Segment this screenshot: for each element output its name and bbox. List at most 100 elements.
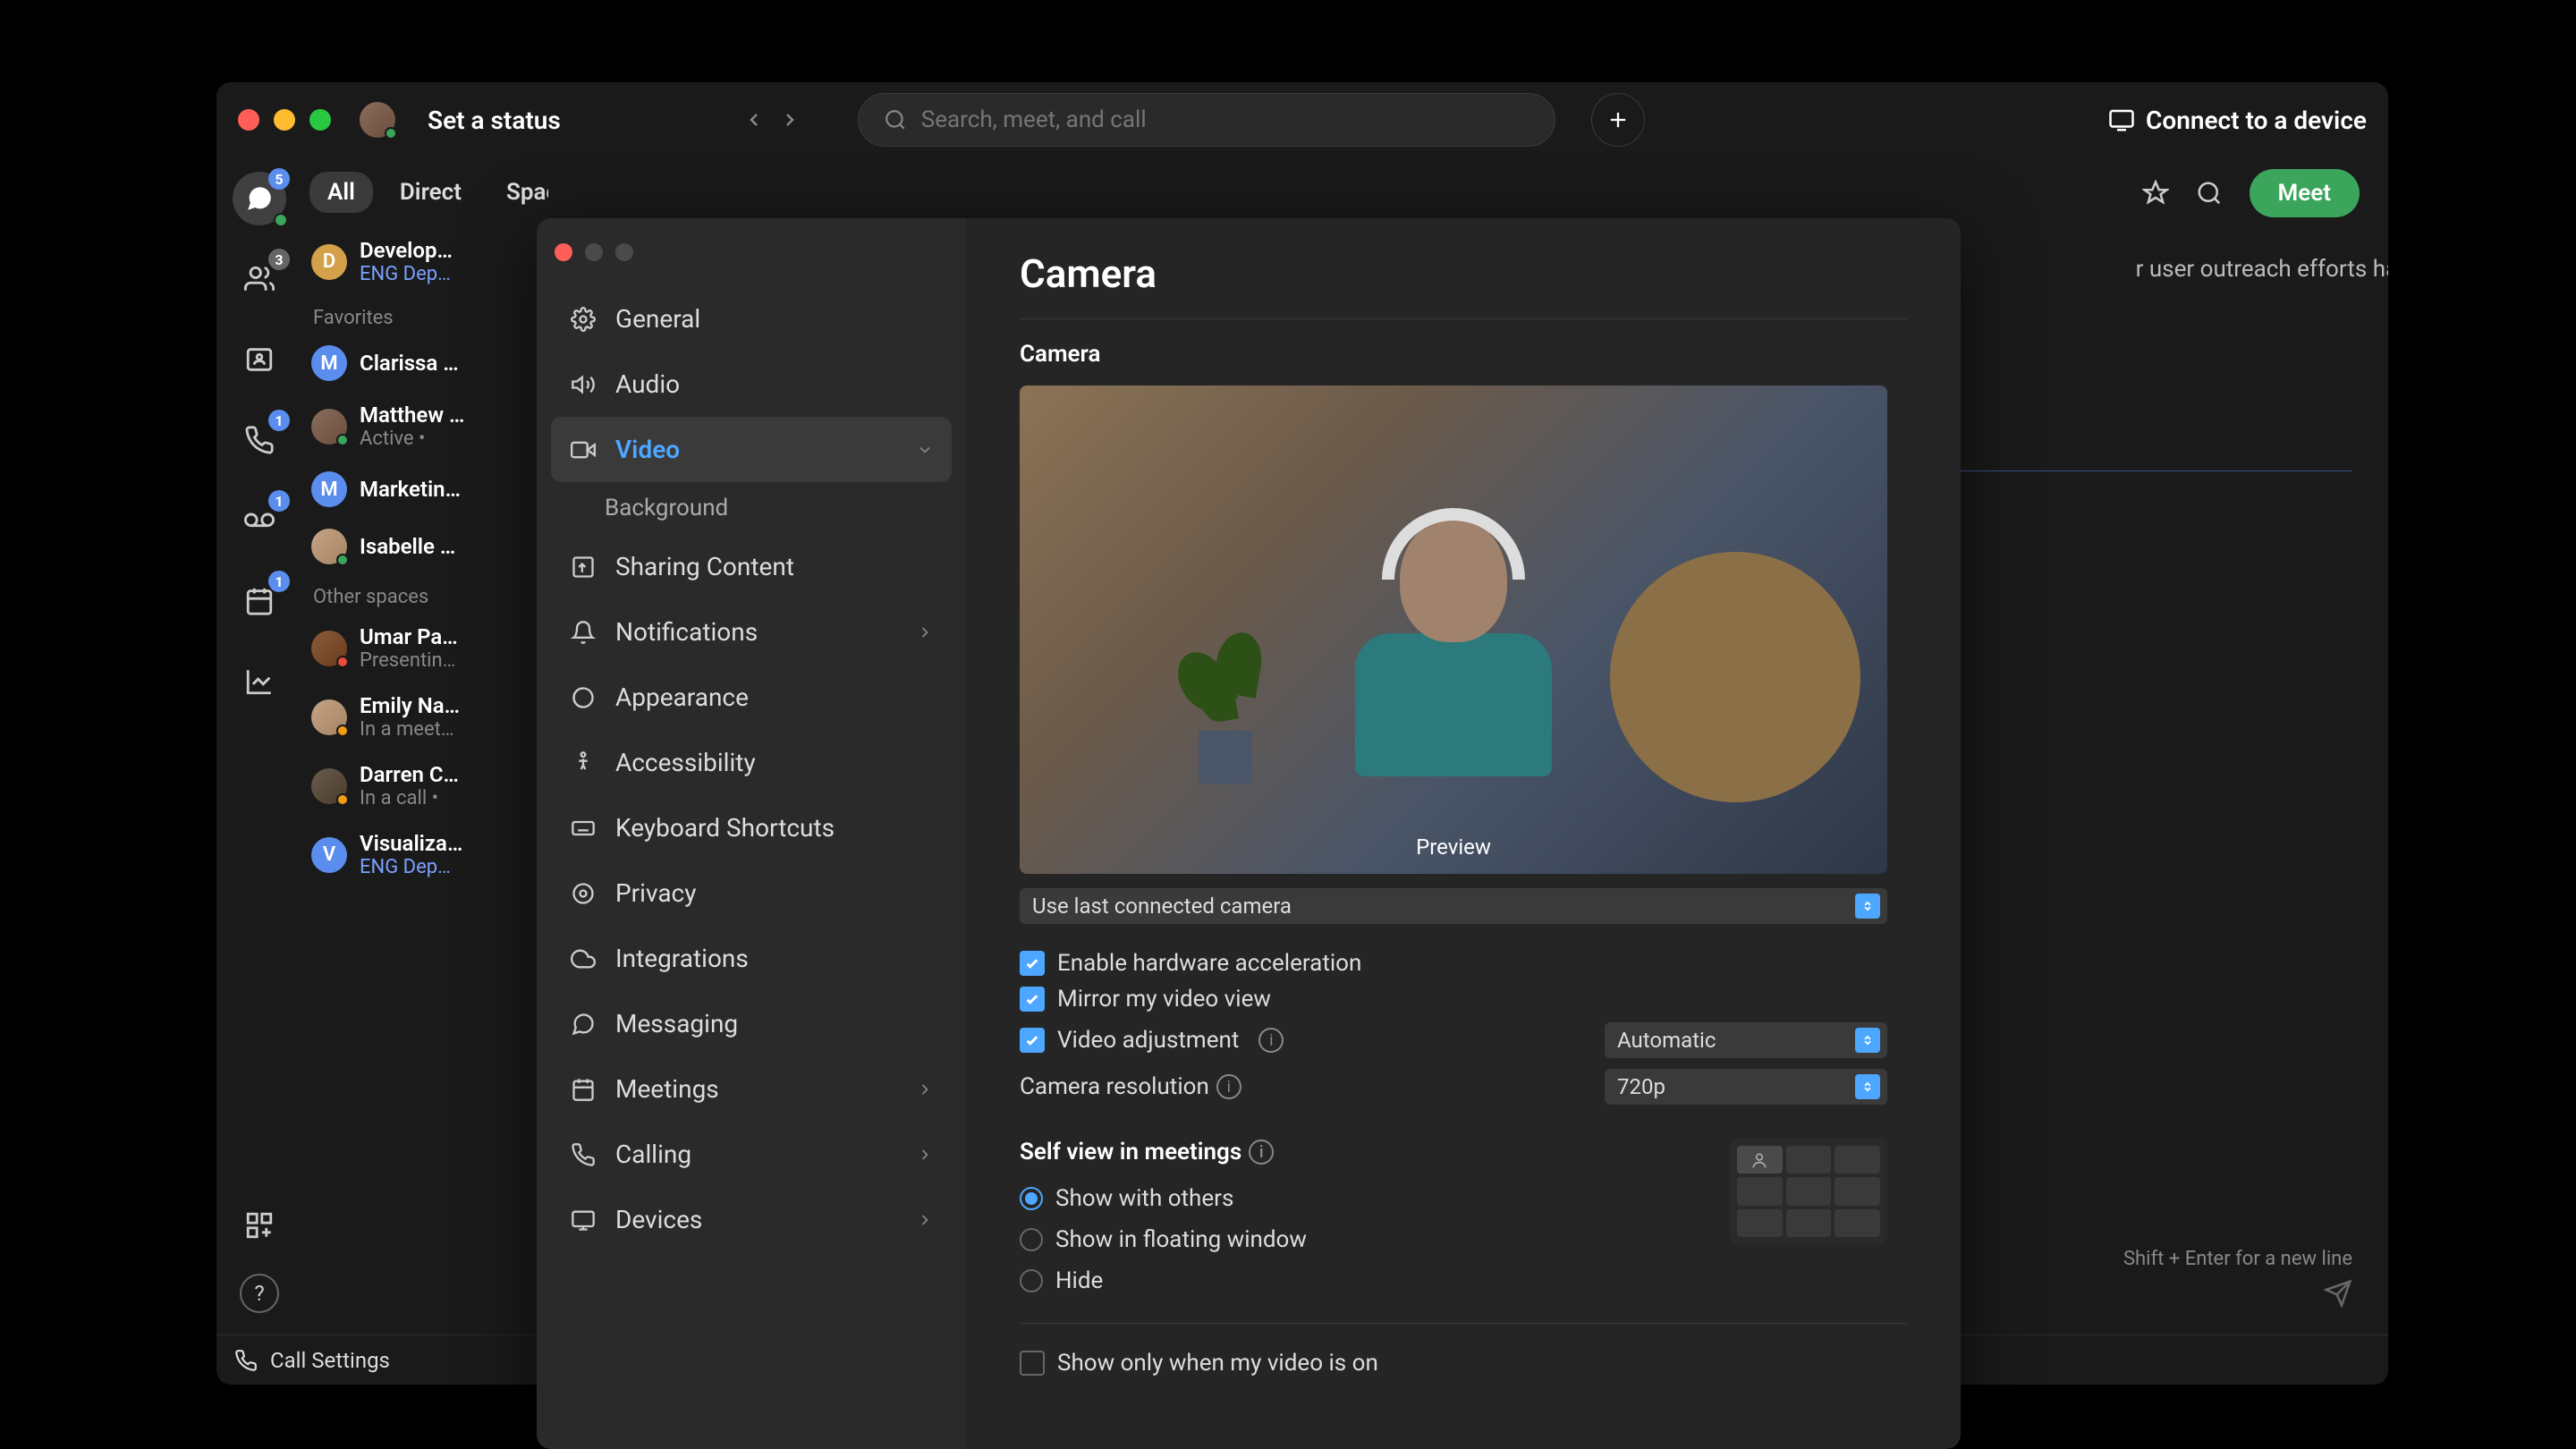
settings-subitem-background[interactable]: Background xyxy=(551,482,952,534)
voicemail-icon xyxy=(244,505,275,536)
radio-floating[interactable]: Show in floating window xyxy=(1020,1219,1694,1260)
checkbox-video-adj[interactable]: Video adjustment i xyxy=(1020,1022,1284,1058)
close-window[interactable] xyxy=(238,109,259,131)
settings-item-privacy[interactable]: Privacy xyxy=(551,860,952,926)
minimize-window[interactable] xyxy=(274,109,295,131)
avatar: M xyxy=(311,471,347,507)
user-avatar[interactable] xyxy=(360,102,395,138)
phone-icon xyxy=(244,425,275,455)
avatar xyxy=(311,409,347,445)
select-arrows-icon xyxy=(1855,1074,1880,1099)
camera-select[interactable]: Use last connected camera xyxy=(1020,888,1887,924)
appearance-icon xyxy=(569,683,597,712)
list-item[interactable]: V Visualiza… ENG Dep… xyxy=(302,820,548,889)
search-box[interactable] xyxy=(858,93,1555,147)
list-item[interactable]: D Develop… ENG Dep… xyxy=(302,227,548,296)
chat-icon xyxy=(244,183,275,214)
info-icon[interactable]: i xyxy=(1249,1140,1274,1165)
nav-forward[interactable] xyxy=(775,106,804,134)
chevron-right-icon xyxy=(916,1211,934,1229)
checkbox-hw-accel[interactable]: Enable hardware acceleration xyxy=(1020,945,1907,981)
settings-item-video[interactable]: Video xyxy=(551,417,952,482)
list-item[interactable]: M Clarissa … xyxy=(302,335,548,392)
calls-badge: 1 xyxy=(268,410,290,431)
settings-item-messaging[interactable]: Messaging xyxy=(551,991,952,1056)
rail-contacts[interactable] xyxy=(233,333,286,386)
send-button[interactable] xyxy=(2324,1279,2352,1308)
rail-activity[interactable] xyxy=(233,655,286,708)
calendar-icon xyxy=(244,586,275,616)
settings-item-accessibility[interactable]: Accessibility xyxy=(551,730,952,795)
settings-item-notifications[interactable]: Notifications xyxy=(551,599,952,665)
help-button[interactable]: ? xyxy=(240,1274,279,1313)
settings-content: Camera Camera Preview Use last connected… xyxy=(966,218,1961,1449)
gear-icon xyxy=(569,305,597,334)
rail-calls[interactable]: 1 xyxy=(233,413,286,467)
cloud-icon xyxy=(569,945,597,973)
settings-item-general[interactable]: General xyxy=(551,286,952,352)
connect-device-button[interactable]: Connect to a device xyxy=(2108,106,2367,135)
checkbox-icon xyxy=(1020,1028,1045,1053)
search-icon xyxy=(884,108,907,131)
list-item[interactable]: Darren C… In a call • xyxy=(302,751,548,820)
pin-icon[interactable] xyxy=(2142,180,2169,207)
camera-preview: Preview xyxy=(1020,386,1887,874)
search-input[interactable] xyxy=(921,106,1530,133)
status-button[interactable]: Set a status xyxy=(428,106,561,135)
chevron-right-icon xyxy=(916,1080,934,1098)
settings-item-keyboard-shortcuts[interactable]: Keyboard Shortcuts xyxy=(551,795,952,860)
speaker-icon xyxy=(569,370,597,399)
radio-hide[interactable]: Hide xyxy=(1020,1260,1694,1301)
nav-back[interactable] xyxy=(740,106,768,134)
settings-title: Camera xyxy=(1020,250,1907,297)
settings-item-audio[interactable]: Audio xyxy=(551,352,952,417)
avatar xyxy=(311,699,347,735)
rail-apps[interactable] xyxy=(233,1199,286,1252)
tab-direct[interactable]: Direct xyxy=(382,172,479,213)
call-settings-link[interactable]: Call Settings xyxy=(270,1348,390,1373)
list-item[interactable]: Umar Pa… Presentin… xyxy=(302,614,548,682)
rail-messaging[interactable]: 5 xyxy=(233,172,286,225)
settings-item-appearance[interactable]: Appearance xyxy=(551,665,952,730)
teams-badge: 3 xyxy=(268,249,290,270)
resolution-label: Camera resolution xyxy=(1020,1073,1209,1100)
tab-all[interactable]: All xyxy=(309,172,373,213)
search-chat-icon[interactable] xyxy=(2196,180,2223,207)
new-button[interactable] xyxy=(1591,93,1645,147)
list-item[interactable]: Isabelle … xyxy=(302,518,548,575)
list-item[interactable]: M Marketin… xyxy=(302,461,548,518)
info-icon[interactable]: i xyxy=(1216,1074,1241,1099)
list-item[interactable]: Matthew … Active • xyxy=(302,392,548,461)
checkbox-mirror[interactable]: Mirror my video view xyxy=(1020,981,1907,1017)
rail-meetings[interactable]: 1 xyxy=(233,574,286,628)
presence-indicator xyxy=(385,127,397,140)
maximize-window[interactable] xyxy=(309,109,331,131)
settings-item-integrations[interactable]: Integrations xyxy=(551,926,952,991)
video-adj-select[interactable]: Automatic xyxy=(1605,1022,1887,1058)
settings-item-calling[interactable]: Calling xyxy=(551,1122,952,1187)
info-icon[interactable]: i xyxy=(1258,1028,1284,1053)
meet-button[interactable]: Meet xyxy=(2250,169,2360,217)
chevron-down-icon xyxy=(916,441,934,459)
settings-item-sharing-content[interactable]: Sharing Content xyxy=(551,534,952,599)
tab-spaces[interactable]: Spaces xyxy=(488,172,548,213)
settings-item-devices[interactable]: Devices xyxy=(551,1187,952,1252)
conversation-panel: All Direct Spaces D Develop… ENG Dep… Fa… xyxy=(302,157,548,1335)
layout-preview xyxy=(1730,1139,1887,1244)
avatar xyxy=(311,631,347,666)
radio-show-with-others[interactable]: Show with others xyxy=(1020,1178,1694,1219)
rail-voicemail[interactable]: 1 xyxy=(233,494,286,547)
settings-modal: GeneralAudioVideoBackgroundSharing Conte… xyxy=(537,218,1961,1449)
avatar xyxy=(311,768,347,804)
rail-teams[interactable]: 3 xyxy=(233,252,286,306)
resolution-select[interactable]: 720p xyxy=(1605,1069,1887,1105)
list-item[interactable]: Emily Na… In a meet… xyxy=(302,682,548,751)
share-icon xyxy=(569,553,597,581)
chat-message: r user outreach efforts have tal… xyxy=(2136,256,2388,283)
conversation-tabs: All Direct Spaces xyxy=(302,157,548,227)
self-view-label: Self view in meetings xyxy=(1020,1139,1241,1165)
messaging-badge: 5 xyxy=(268,168,290,190)
checkbox-show-only[interactable]: Show only when my video is on xyxy=(1020,1345,1907,1381)
modal-close[interactable] xyxy=(555,243,572,261)
settings-item-meetings[interactable]: Meetings xyxy=(551,1056,952,1122)
